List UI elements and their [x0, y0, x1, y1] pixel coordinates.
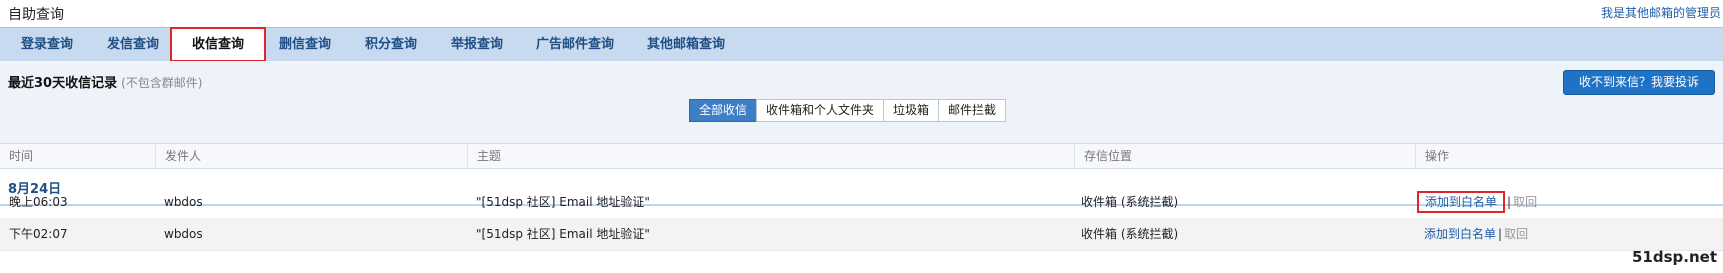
action-separator: |: [1507, 195, 1512, 209]
complain-button[interactable]: 收不到来信？我要投诉: [1563, 70, 1715, 95]
records-title-text: 最近30天收信记录: [8, 76, 118, 91]
records-title: 最近30天收信记录 (不包含群邮件): [8, 72, 202, 91]
add-to-whitelist-link[interactable]: 添加到白名单: [1417, 191, 1506, 213]
table-row: 晚上06:03 wbdos "[51dsp 社区] Email 地址验证" 收件…: [0, 186, 1723, 219]
records-section: 最近30天收信记录 (不包含群邮件) 收不到来信？我要投诉 全部收信 收件箱和个人…: [0, 61, 1723, 143]
action-separator: |: [1498, 227, 1503, 241]
tab-other-mailbox-query[interactable]: 其他邮箱查询: [647, 28, 725, 61]
tab-delete-query[interactable]: 删信查询: [279, 28, 331, 61]
row-actions: 添加到白名单 | 取回: [1417, 186, 1537, 218]
row-sender: wbdos: [164, 227, 203, 241]
table-header: 时间 发件人 主题 存信位置 操作: [0, 143, 1723, 169]
filter-inbox-folders[interactable]: 收件箱和个人文件夹: [756, 99, 885, 122]
add-to-whitelist-link[interactable]: 添加到白名单: [1424, 227, 1496, 241]
column-header-subject: 主题: [467, 144, 1077, 168]
row-sender: wbdos: [164, 195, 203, 209]
tab-send-query[interactable]: 发信查询: [107, 28, 159, 61]
watermark: 51dsp.net: [1632, 248, 1717, 266]
admin-link[interactable]: 我是其他邮箱的管理员: [1601, 4, 1721, 21]
tab-receive-query[interactable]: 收信查询: [170, 27, 266, 62]
row-location: 收件箱 (系统拦截): [1081, 195, 1179, 209]
retrieve-link[interactable]: 取回: [1513, 195, 1537, 209]
column-header-action: 操作: [1415, 144, 1723, 168]
row-subject[interactable]: "[51dsp 社区] Email 地址验证": [476, 186, 650, 218]
filter-intercepted[interactable]: 邮件拦截: [938, 99, 1007, 122]
records-note: (不包含群邮件): [121, 76, 203, 90]
row-actions: 添加到白名单 | 取回: [1424, 218, 1528, 250]
tab-report-query[interactable]: 举报查询: [451, 28, 503, 61]
filter-all-mail[interactable]: 全部收信: [689, 99, 758, 122]
retrieve-link[interactable]: 取回: [1504, 227, 1528, 241]
tab-ad-mail-query[interactable]: 广告邮件查询: [536, 28, 614, 61]
tab-login-query[interactable]: 登录查询: [21, 28, 73, 61]
filter-trash[interactable]: 垃圾箱: [883, 99, 940, 122]
row-location: 收件箱 (系统拦截): [1081, 227, 1179, 241]
row-time: 下午02:07: [9, 227, 68, 241]
page-title: 自助查询: [8, 7, 64, 23]
column-header-location: 存信位置: [1074, 144, 1415, 168]
filter-group: 全部收信 收件箱和个人文件夹 垃圾箱 邮件拦截: [689, 99, 1007, 122]
table-row: 下午02:07 wbdos "[51dsp 社区] Email 地址验证" 收件…: [0, 218, 1723, 251]
tab-points-query[interactable]: 积分查询: [365, 28, 417, 61]
row-subject[interactable]: "[51dsp 社区] Email 地址验证": [476, 218, 650, 250]
top-bar: 自助查询 我是其他邮箱的管理员: [0, 0, 1723, 27]
column-header-sender: 发件人: [155, 144, 467, 168]
column-header-time: 时间: [9, 149, 34, 163]
row-time: 晚上06:03: [9, 195, 68, 209]
tab-bar: 登录查询 发信查询 收信查询 删信查询 积分查询 举报查询 广告邮件查询 其他邮…: [0, 27, 1723, 62]
